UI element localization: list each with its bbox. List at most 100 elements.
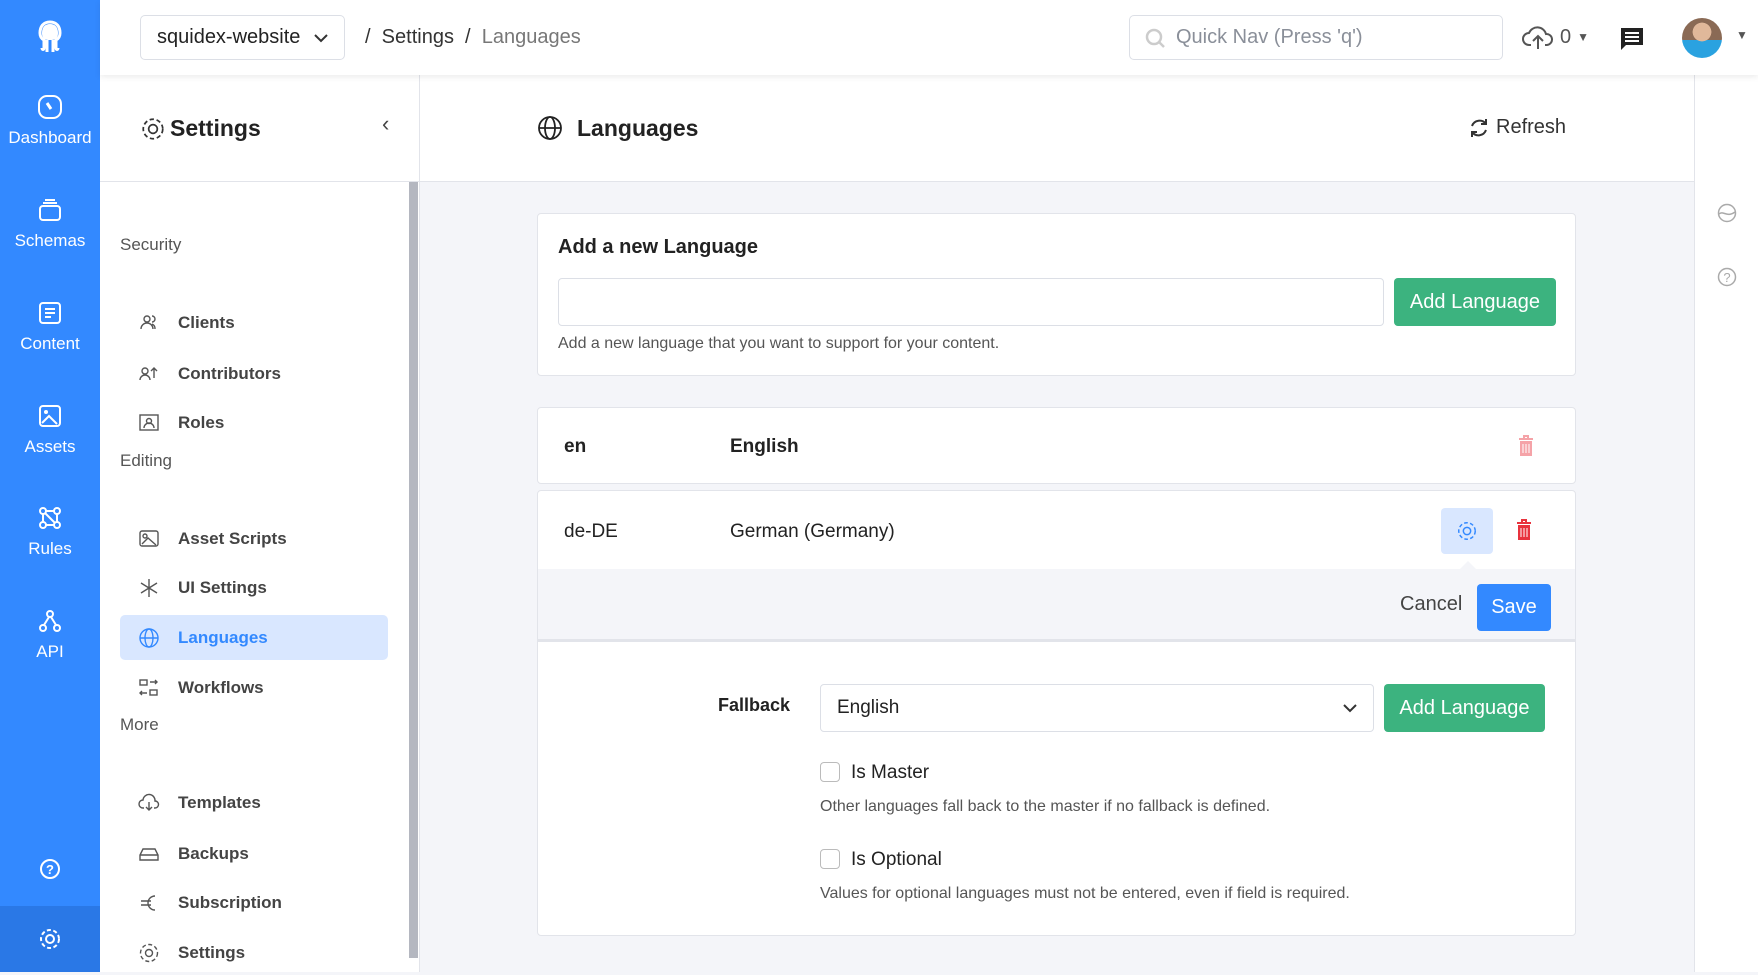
globe-icon [538, 116, 562, 140]
avatar[interactable] [1682, 18, 1722, 58]
nav-content[interactable]: Content [0, 300, 100, 354]
uploads-count: 0 [1560, 25, 1572, 48]
add-language-hint: Add a new language that you want to supp… [558, 335, 1000, 352]
users-icon [140, 314, 156, 329]
quick-nav-search[interactable]: Quick Nav (Press 'q') [1129, 15, 1503, 60]
chevron-down-icon [1343, 704, 1357, 713]
nav-label: Backups [178, 843, 249, 863]
templates-icon [138, 793, 160, 811]
is-master-label[interactable]: Is Master [851, 762, 929, 784]
content-icon [39, 302, 61, 324]
asterisk-icon [140, 578, 158, 597]
nav-schemas[interactable]: Schemas [0, 197, 100, 251]
nav-dashboard[interactable]: Dashboard [0, 94, 100, 148]
gear-icon [1458, 522, 1476, 540]
workflows-icon [139, 678, 158, 696]
nav-label: UI Settings [178, 577, 267, 597]
fallback-select[interactable]: English [820, 684, 1374, 732]
settings-nav-roles[interactable]: Roles [120, 400, 388, 445]
add-language-button[interactable]: Add Language [1394, 278, 1556, 326]
top-bar: squidex-website / Settings / Languages Q… [100, 0, 1758, 75]
settings-panel: Settings ‹ Security Editing More Clients… [100, 75, 420, 972]
search-placeholder: Quick Nav (Press 'q') [1176, 26, 1363, 48]
gear-icon [40, 929, 60, 949]
main-nav-rail: Dashboard Schemas Content Assets Rules A… [0, 0, 100, 972]
settings-nav-languages[interactable]: Languages [120, 615, 388, 660]
nav-label: Templates [178, 792, 261, 812]
language-code: en [564, 436, 587, 457]
nav-rules[interactable]: Rules [0, 505, 100, 559]
app-selector[interactable]: squidex-website [140, 15, 345, 60]
breadcrumb-settings[interactable]: Settings [382, 26, 454, 48]
breadcrumb-languages: Languages [481, 26, 581, 48]
breadcrumb: / Settings / Languages [365, 26, 581, 48]
nav-label: Clients [178, 312, 235, 332]
nav-label: Dashboard [8, 128, 92, 147]
settings-nav-ui-settings[interactable]: UI Settings [120, 565, 388, 610]
section-security: Security [120, 235, 182, 254]
nav-assets[interactable]: Assets [0, 403, 100, 457]
backups-icon [139, 847, 159, 861]
add-fallback-button[interactable]: Add Language [1384, 684, 1545, 732]
settings-nav-contributors[interactable]: Contributors [120, 351, 388, 396]
language-input[interactable] [558, 278, 1384, 326]
settings-nav-workflows[interactable]: Workflows [120, 665, 388, 710]
is-master-hint: Other languages fall back to the master … [820, 798, 1271, 815]
editor-toolbar: Cancel Save [538, 561, 1575, 642]
trash-icon[interactable] [1518, 435, 1534, 457]
settings-rail-button[interactable] [0, 906, 100, 972]
feedback-icon[interactable] [1619, 26, 1645, 57]
page-title: Languages [577, 115, 699, 141]
history-icon[interactable] [1717, 203, 1737, 223]
edit-language-button[interactable] [1441, 508, 1493, 554]
avatar-caret-icon[interactable]: ▼ [1736, 28, 1748, 42]
scrollbar[interactable] [409, 182, 418, 958]
dashboard-icon [38, 95, 62, 119]
settings-header: Settings ‹ [100, 75, 420, 182]
cancel-button[interactable]: Cancel [1400, 593, 1462, 616]
schemas-icon [39, 199, 61, 221]
svg-text:?: ? [46, 862, 54, 877]
is-optional-checkbox[interactable] [820, 849, 840, 869]
nav-label: Settings [178, 942, 246, 962]
gear-icon [142, 118, 164, 140]
squid-logo-icon [34, 20, 66, 61]
nav-label: Schemas [14, 231, 86, 250]
settings-nav-settings[interactable]: Settings [120, 930, 388, 975]
gear-icon [139, 943, 159, 962]
uploads-button[interactable]: 0 ▼ [1522, 23, 1589, 51]
cloud-upload-icon [1522, 26, 1553, 49]
rules-icon [39, 507, 61, 529]
is-master-checkbox[interactable] [820, 762, 840, 782]
help-icon[interactable]: ? [39, 858, 61, 885]
nav-label: Languages [178, 627, 268, 647]
language-row: en English [537, 407, 1576, 484]
settings-nav-subscription[interactable]: Subscription [120, 880, 388, 925]
roles-icon [139, 413, 159, 431]
settings-nav-clients[interactable]: Clients [120, 300, 388, 345]
nav-label: Rules [28, 539, 72, 558]
nav-api[interactable]: API [0, 608, 100, 662]
settings-nav-backups[interactable]: Backups [120, 831, 388, 876]
right-sidebar: ? [1694, 75, 1758, 972]
nav-label: Roles [178, 412, 225, 432]
trash-icon[interactable] [1516, 519, 1532, 541]
svg-text:?: ? [1723, 270, 1730, 285]
settings-nav-asset-scripts[interactable]: Asset Scripts [120, 516, 388, 561]
is-optional-label[interactable]: Is Optional [851, 849, 942, 871]
collapse-chevron-icon[interactable]: ‹ [382, 111, 389, 137]
refresh-label: Refresh [1496, 116, 1567, 138]
section-editing: Editing [120, 451, 172, 470]
fallback-value: English [837, 697, 900, 718]
refresh-button[interactable]: Refresh [1468, 116, 1566, 139]
settings-nav-templates[interactable]: Templates [120, 780, 388, 825]
help-icon[interactable]: ? [1717, 267, 1737, 287]
save-button[interactable]: Save [1477, 584, 1551, 631]
section-more: More [120, 715, 159, 734]
caret-down-icon: ▼ [1577, 30, 1590, 44]
asset-scripts-icon [139, 529, 159, 547]
assets-icon [39, 405, 61, 427]
pointer-arrow [1460, 561, 1476, 569]
api-icon [39, 610, 61, 632]
nav-label: Workflows [178, 677, 264, 697]
